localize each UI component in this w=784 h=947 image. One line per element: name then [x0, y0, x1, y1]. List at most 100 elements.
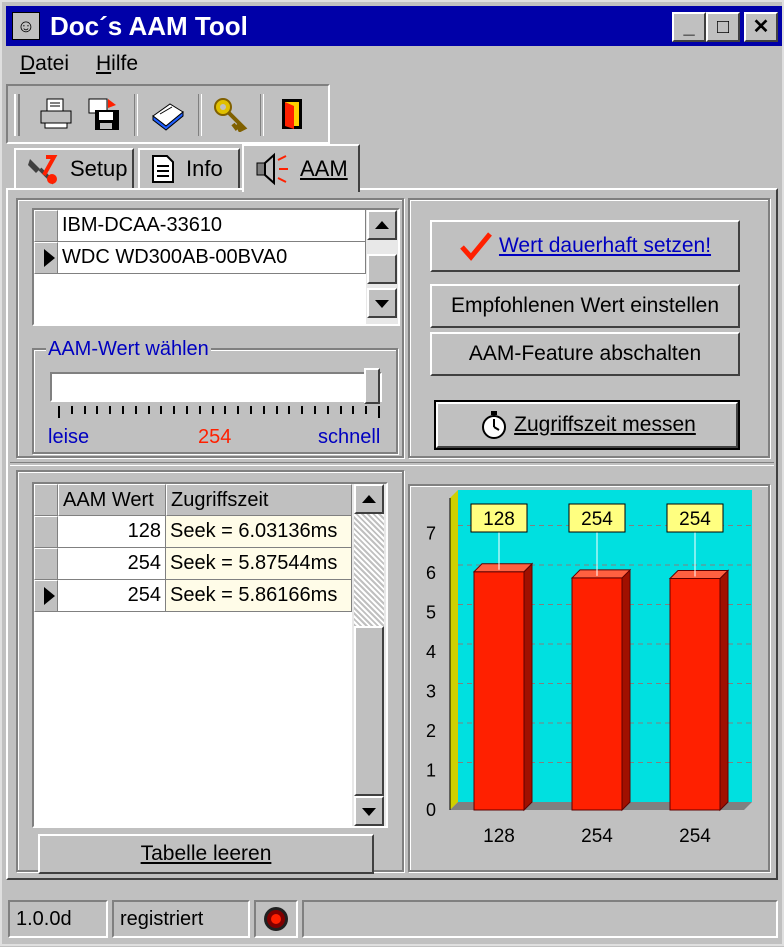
tab-setup[interactable]: Setup [14, 148, 134, 188]
status-version: 1.0.0d [8, 900, 108, 938]
x-tick-label: 128 [483, 826, 515, 847]
measure-access-time-button[interactable]: Zugriffszeit messen [434, 400, 740, 450]
scroll-down-button[interactable] [367, 288, 397, 318]
scroll-track[interactable] [354, 514, 384, 626]
table-cell-time[interactable]: Seek = 5.87544ms [166, 548, 352, 580]
scroll-thumb[interactable] [354, 626, 384, 796]
recommended-value-button[interactable]: Empfohlenen Wert einstellen [430, 284, 740, 328]
speaker-icon [256, 152, 288, 186]
menu-datei[interactable]: Datei [20, 52, 69, 76]
slider-tick [186, 406, 188, 414]
slider-tick [173, 406, 175, 414]
close-button[interactable]: ✕ [744, 12, 778, 42]
minimize-button[interactable]: _ [672, 12, 706, 42]
slider-tick [263, 406, 265, 414]
slider-tick [340, 406, 342, 414]
slider-tick [148, 406, 150, 414]
menu-hilfe[interactable]: Hilfe [96, 52, 138, 76]
aam-value-display: 254 [198, 426, 232, 448]
aam-slider-thumb[interactable] [364, 368, 380, 404]
led-red-icon [264, 907, 288, 931]
toolbar-grip[interactable] [14, 94, 20, 136]
slider-tick [71, 406, 73, 414]
slider-tick [224, 406, 226, 414]
toolbar [6, 84, 330, 144]
tab-info-label: Info [186, 156, 223, 181]
bar-side [621, 568, 631, 812]
scroll-down-button[interactable] [354, 796, 384, 826]
toolbar-separator [134, 94, 138, 136]
bar-side [523, 562, 533, 812]
table-cell-aam[interactable]: 254 [58, 548, 166, 580]
set-permanent-button[interactable]: Wert dauerhaft setzen! [430, 220, 740, 272]
table-row-indicator [34, 516, 58, 548]
book-icon[interactable] [148, 94, 188, 134]
aam-slider-ticks [58, 406, 380, 418]
smiley-icon[interactable]: ☺ [12, 12, 40, 40]
slider-tick [109, 406, 111, 414]
aam-slider-track[interactable] [50, 372, 382, 402]
slider-tick [288, 406, 290, 414]
measure-access-time-label: Zugriffszeit messen [514, 413, 696, 436]
clear-table-button[interactable]: Tabelle leeren [38, 834, 374, 874]
chart-panel: 0 1 2 3 4 5 6 7 128 128 254 254 254 254 [408, 484, 770, 872]
y-tick-label: 4 [426, 642, 436, 662]
y-tick-label: 5 [426, 603, 436, 623]
table-row-indicator [34, 548, 58, 580]
status-bar: 1.0.0d registriert [6, 898, 782, 942]
table-header-time[interactable]: Zugriffszeit [166, 484, 352, 516]
slider-tick [199, 406, 201, 414]
scroll-up-button[interactable] [367, 210, 397, 240]
y-tick-label: 0 [426, 800, 436, 820]
scroll-up-button[interactable] [354, 484, 384, 514]
slider-tick [84, 406, 86, 414]
tab-info[interactable]: Info [138, 148, 240, 188]
bar [669, 577, 721, 811]
tab-aam[interactable]: AAM [242, 144, 360, 192]
scroll-thumb[interactable] [367, 254, 397, 284]
slider-tick [212, 406, 214, 414]
save-icon[interactable] [84, 94, 124, 134]
plot-left-wall [450, 490, 458, 810]
slider-max-label: schnell [318, 426, 381, 448]
print-icon[interactable] [36, 94, 76, 134]
drive-list-scrollbar[interactable] [366, 210, 398, 324]
title-bar[interactable]: ☺ Doc´s AAM Tool _ □ ✕ [6, 6, 782, 46]
table-cell-aam[interactable]: 128 [58, 516, 166, 548]
bar-side [719, 569, 729, 812]
table-cell-time[interactable]: Seek = 6.03136ms [166, 516, 352, 548]
exit-door-icon[interactable] [272, 94, 312, 134]
window-title: Doc´s AAM Tool [50, 11, 248, 41]
current-row-arrow-icon [44, 249, 55, 267]
key-icon[interactable] [210, 94, 250, 134]
checkmark-icon [460, 232, 492, 261]
results-table[interactable]: AAM Wert Zugriffszeit 128 Seek = 6.03136m… [32, 482, 388, 828]
app-window: ☺ Doc´s AAM Tool _ □ ✕ Datei Hilfe Setup [0, 0, 784, 946]
arrow-down-icon [362, 808, 376, 816]
table-cell-aam[interactable]: 254 [58, 580, 166, 612]
x-tick-label: 254 [679, 826, 711, 847]
slider-tick [314, 406, 316, 414]
table-row-indicator [34, 580, 58, 612]
table-header-aam[interactable]: AAM Wert [58, 484, 166, 516]
y-tick-label: 6 [426, 563, 436, 583]
status-registration: registriert [112, 900, 250, 938]
arrow-up-icon [362, 495, 376, 503]
bar [473, 571, 525, 811]
drive-list[interactable]: IBM-DCAA-33610 WDC WD300AB-00BVA0 [32, 208, 400, 326]
slider-tick [122, 406, 124, 414]
table-cell-time[interactable]: Seek = 5.86166ms [166, 580, 352, 612]
slider-tick [250, 406, 252, 414]
current-row-arrow-icon [44, 587, 55, 605]
slider-tick [301, 406, 303, 414]
document-icon [152, 155, 174, 183]
table-scrollbar[interactable] [352, 484, 386, 826]
tab-aam-label: AAM [300, 156, 348, 181]
stopwatch-icon [482, 411, 507, 439]
maximize-button[interactable]: □ [706, 12, 740, 42]
disable-aam-button[interactable]: AAM-Feature abschalten [430, 332, 740, 376]
drive-list-item-selected[interactable]: WDC WD300AB-00BVA0 [58, 242, 366, 274]
drive-list-item[interactable]: IBM-DCAA-33610 [58, 210, 366, 242]
slider-tick [237, 406, 239, 414]
y-tick-label: 7 [426, 524, 436, 544]
